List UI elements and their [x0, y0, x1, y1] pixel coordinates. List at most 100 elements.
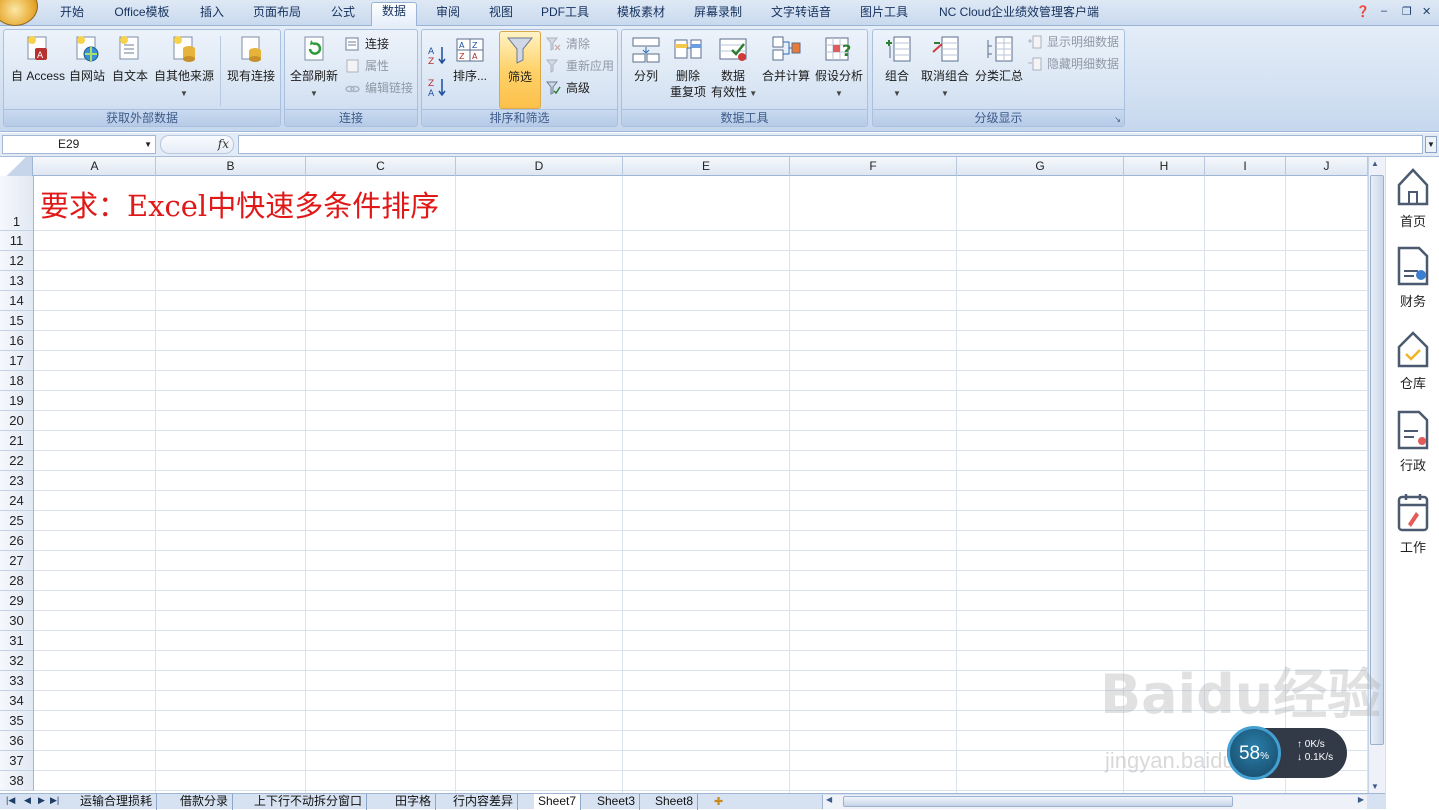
insert-sheet-icon[interactable]: ✚: [714, 795, 723, 808]
data-validation-button[interactable]: 数据 有效性 ▼: [711, 34, 757, 102]
first-sheet-icon[interactable]: |◀: [6, 795, 15, 806]
row-header-36[interactable]: 36: [0, 731, 33, 751]
insert-function-button[interactable]: fx: [160, 135, 234, 154]
column-header-i[interactable]: I: [1205, 157, 1286, 176]
row-header-17[interactable]: 17: [0, 351, 33, 371]
show-detail-button[interactable]: 显示明细数据: [1027, 33, 1119, 51]
from-text-button[interactable]: 自文本: [110, 34, 150, 84]
sheet-tab-6[interactable]: Sheet3: [593, 794, 641, 810]
row-header-25[interactable]: 25: [0, 511, 33, 531]
sheet-tab-7[interactable]: Sheet8: [651, 794, 699, 810]
close-icon[interactable]: ✕: [1422, 5, 1431, 18]
existing-connections-button[interactable]: 现有连接: [224, 34, 278, 84]
side-item-2[interactable]: 仓库: [1386, 327, 1439, 392]
scroll-right-icon[interactable]: ▶: [1358, 795, 1364, 804]
column-header-e[interactable]: E: [623, 157, 790, 176]
sort-descending-button[interactable]: ZA: [427, 76, 449, 99]
sheet-tab-2[interactable]: 上下行不动拆分窗口: [250, 794, 368, 810]
tab-11[interactable]: 文字转语音: [770, 4, 832, 26]
column-header-j[interactable]: J: [1286, 157, 1368, 176]
row-header-15[interactable]: 15: [0, 311, 33, 331]
tab-10[interactable]: 屏幕录制: [693, 4, 743, 26]
refresh-all-button[interactable]: 全部刷新 ▼: [289, 34, 339, 102]
connections-button[interactable]: 连接: [345, 35, 389, 53]
advanced-filter-button[interactable]: 高级: [545, 79, 590, 97]
side-item-0[interactable]: 首页: [1386, 165, 1439, 230]
tab-2[interactable]: 插入: [199, 4, 225, 26]
tab-8[interactable]: PDF工具: [541, 4, 589, 26]
from-access-button[interactable]: A 自 Access: [8, 34, 68, 84]
tab-1[interactable]: Office模板: [112, 4, 172, 26]
formula-input[interactable]: [238, 135, 1423, 154]
tab-12[interactable]: 图片工具: [859, 4, 909, 26]
edit-links-button[interactable]: 编辑链接: [345, 79, 413, 97]
network-speed-widget[interactable]: 58% ↑ 0K/s ↓ 0.1K/s: [1227, 726, 1347, 780]
row-header-12[interactable]: 12: [0, 251, 33, 271]
from-other-sources-button[interactable]: 自其他来源 ▼: [152, 34, 216, 102]
tab-6[interactable]: 审阅: [435, 4, 461, 26]
sheet-tab-3[interactable]: 田字格: [391, 794, 437, 810]
row-header-20[interactable]: 20: [0, 411, 33, 431]
properties-button[interactable]: 属性: [345, 57, 389, 75]
tab-0[interactable]: 开始: [58, 4, 86, 26]
tab-5[interactable]: 数据: [371, 2, 417, 27]
scroll-down-icon[interactable]: ▼: [1371, 782, 1379, 791]
column-header-d[interactable]: D: [456, 157, 623, 176]
row-header-21[interactable]: 21: [0, 431, 33, 451]
consolidate-button[interactable]: 合并计算: [760, 34, 812, 84]
row-header-23[interactable]: 23: [0, 471, 33, 491]
row-header-34[interactable]: 34: [0, 691, 33, 711]
office-button[interactable]: [0, 0, 38, 26]
expand-formula-bar-icon[interactable]: ▼: [1425, 136, 1437, 153]
column-header-g[interactable]: G: [957, 157, 1124, 176]
sort-ascending-button[interactable]: AZ: [427, 44, 449, 67]
hide-detail-button[interactable]: 隐藏明细数据: [1027, 55, 1119, 73]
column-header-b[interactable]: B: [156, 157, 306, 176]
clear-filter-button[interactable]: 清除: [545, 35, 590, 53]
sort-button[interactable]: AZZA 排序...: [450, 34, 490, 84]
filter-button[interactable]: 筛选: [499, 31, 541, 109]
tab-4[interactable]: 公式: [330, 4, 356, 26]
tab-3[interactable]: 页面布局: [252, 4, 302, 26]
sheet-tab-4[interactable]: 行内容差异: [449, 794, 519, 810]
sheet-tab-0[interactable]: 运输合理损耗: [76, 794, 158, 810]
side-item-1[interactable]: 财务: [1386, 245, 1439, 310]
scroll-left-icon[interactable]: ◀: [826, 795, 832, 804]
row-header-32[interactable]: 32: [0, 651, 33, 671]
row-header-33[interactable]: 33: [0, 671, 33, 691]
tab-13[interactable]: NC Cloud企业绩效管理客户端: [936, 4, 1102, 26]
cell-a1[interactable]: 要求：Excel中快速多条件排序: [40, 183, 439, 225]
row-header-24[interactable]: 24: [0, 491, 33, 511]
row-header-28[interactable]: 28: [0, 571, 33, 591]
reapply-button[interactable]: 重新应用: [545, 57, 614, 75]
group-button[interactable]: 组合 ▼: [877, 34, 917, 102]
what-if-analysis-button[interactable]: ? 假设分析 ▼: [814, 34, 864, 102]
row-header-19[interactable]: 19: [0, 391, 33, 411]
column-header-a[interactable]: A: [34, 157, 156, 176]
tab-9[interactable]: 模板素材: [616, 4, 666, 26]
horizontal-scrollbar[interactable]: ◀ ▶: [822, 795, 1367, 809]
row-header-14[interactable]: 14: [0, 291, 33, 311]
row-header-35[interactable]: 35: [0, 711, 33, 731]
row-header-38[interactable]: 38: [0, 771, 33, 791]
text-to-columns-button[interactable]: 分列: [626, 34, 666, 84]
row-header-31[interactable]: 31: [0, 631, 33, 651]
side-item-3[interactable]: 行政: [1386, 409, 1439, 474]
row-header-11[interactable]: 11: [0, 231, 33, 251]
from-web-button[interactable]: 自网站: [67, 34, 107, 84]
restore-icon[interactable]: ❐: [1402, 5, 1412, 18]
ungroup-button[interactable]: 取消组合 ▼: [919, 34, 971, 102]
row-header-1[interactable]: 1: [0, 176, 33, 231]
remove-duplicates-button[interactable]: 删除 重复项: [668, 34, 708, 100]
tab-7[interactable]: 视图: [488, 4, 514, 26]
select-all-corner[interactable]: [0, 157, 33, 176]
column-header-c[interactable]: C: [306, 157, 456, 176]
scroll-up-icon[interactable]: ▲: [1371, 159, 1379, 168]
column-header-h[interactable]: H: [1124, 157, 1205, 176]
sheet-tab-5[interactable]: Sheet7: [534, 794, 582, 810]
dialog-launcher-icon[interactable]: ↘: [1114, 115, 1121, 124]
row-header-27[interactable]: 27: [0, 551, 33, 571]
side-item-4[interactable]: 工作: [1386, 491, 1439, 556]
prev-sheet-icon[interactable]: ◀: [24, 795, 31, 806]
row-header-26[interactable]: 26: [0, 531, 33, 551]
